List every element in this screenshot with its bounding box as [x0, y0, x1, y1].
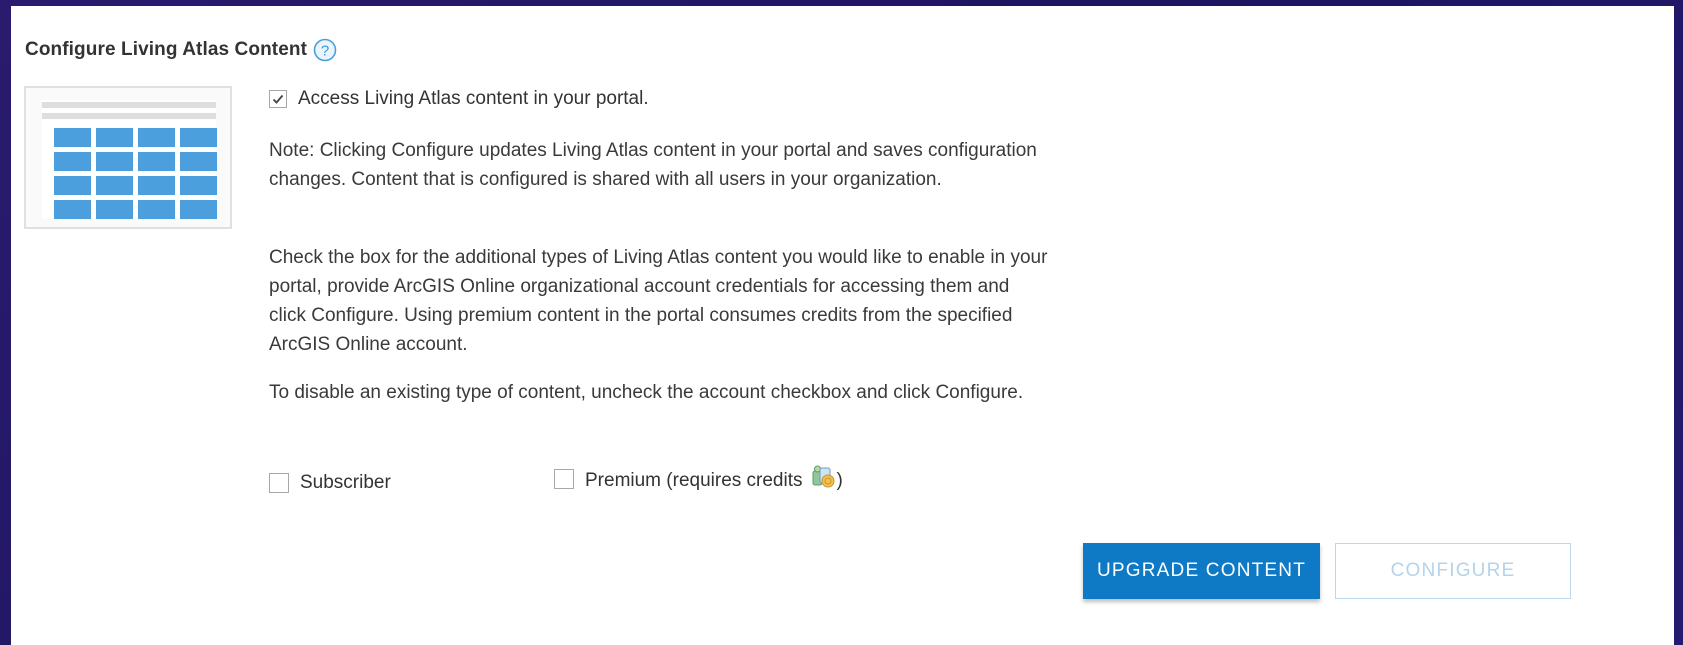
thumbnail-cell	[54, 152, 91, 171]
premium-row: Premium (requires credits )	[554, 465, 843, 492]
credits-icon	[811, 465, 837, 489]
thumbnail-cell	[96, 152, 133, 171]
thumbnail-header-line	[42, 113, 216, 119]
access-living-atlas-checkbox[interactable]	[269, 90, 287, 108]
access-living-atlas-row: Access Living Atlas content in your port…	[269, 88, 649, 110]
thumbnail-cell	[54, 128, 91, 147]
disable-paragraph: To disable an existing type of content, …	[269, 382, 1024, 403]
thumbnail-cell	[180, 176, 217, 195]
section-title: Configure Living Atlas Content	[25, 39, 308, 60]
thumbnail-grid	[54, 128, 217, 219]
thumbnail-cell	[180, 200, 217, 219]
thumbnail-cell	[96, 128, 133, 147]
thumbnail-cell	[138, 128, 175, 147]
thumbnail-cell	[180, 128, 217, 147]
subscriber-row: Subscriber	[269, 472, 391, 494]
thumbnail-table-graphic	[42, 100, 217, 219]
premium-label-text: Premium (requires credits	[585, 470, 803, 491]
configure-button[interactable]: CONFIGURE	[1335, 543, 1571, 599]
premium-label: Premium (requires credits )	[585, 465, 843, 492]
thumbnail-cell	[96, 200, 133, 219]
section-header: Configure Living Atlas Content ?	[25, 38, 337, 62]
note-paragraph: Note: Clicking Configure updates Living …	[269, 140, 1037, 190]
premium-label-close: )	[836, 470, 843, 491]
thumbnail-cell	[54, 176, 91, 195]
thumbnail-cell	[138, 200, 175, 219]
checkmark-icon	[272, 94, 284, 104]
subscriber-checkbox[interactable]	[269, 473, 289, 493]
instructions-paragraph: Check the box for the additional types o…	[269, 247, 1048, 355]
living-atlas-panel: Configure Living Atlas Content ? Access …	[11, 6, 1674, 645]
thumbnail-cell	[138, 152, 175, 171]
thumbnail-cell	[96, 176, 133, 195]
access-living-atlas-label: Access Living Atlas content in your port…	[298, 88, 649, 109]
thumbnail-cell	[138, 176, 175, 195]
premium-checkbox[interactable]	[554, 468, 574, 489]
living-atlas-thumbnail	[24, 86, 232, 229]
thumbnail-cell	[54, 200, 91, 219]
question-circle-icon[interactable]: ?	[313, 38, 337, 62]
thumbnail-header-line	[42, 102, 216, 108]
upgrade-content-button[interactable]: UPGRADE CONTENT	[1083, 543, 1320, 599]
thumbnail-cell	[180, 152, 217, 171]
svg-text:?: ?	[321, 43, 329, 60]
subscriber-label: Subscriber	[300, 472, 391, 493]
